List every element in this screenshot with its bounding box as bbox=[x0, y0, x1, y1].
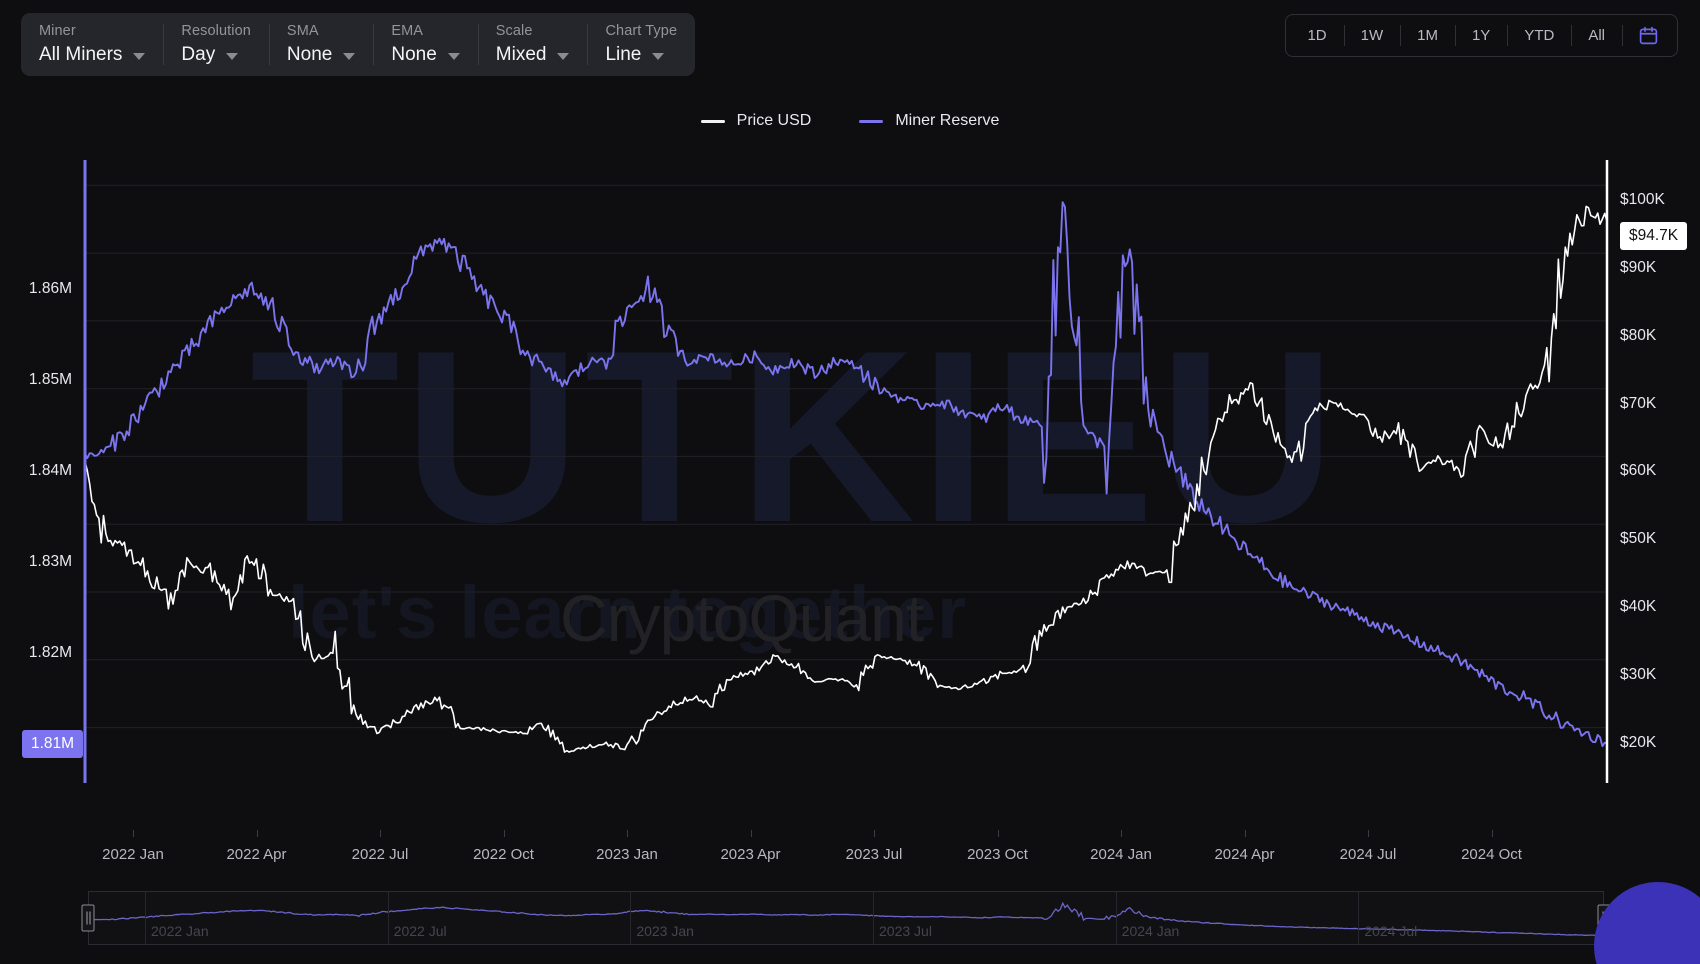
x-axis-tick-mark bbox=[503, 830, 505, 837]
chevron-down-icon bbox=[133, 53, 146, 61]
x-axis-tick-label: 2022 Jul bbox=[351, 846, 409, 863]
right-axis-current-value-badge: $94.7K bbox=[1620, 222, 1688, 251]
control-sma[interactable]: SMA None bbox=[268, 13, 373, 76]
chart-canvas: TUTKIEU let's learn together CryptoQuant bbox=[0, 150, 1700, 830]
y-axis-left-tick: 1.86M bbox=[28, 280, 72, 298]
x-axis-tick-mark bbox=[1244, 830, 1246, 837]
chevron-down-icon bbox=[226, 53, 239, 61]
control-scale-value: Mixed bbox=[495, 44, 547, 66]
x-axis-tick-label: 2023 Jan bbox=[596, 846, 658, 863]
chevron-down-icon bbox=[343, 53, 356, 61]
x-axis-tick-mark bbox=[1368, 830, 1369, 837]
navigator-tick-label: 2023 Jan bbox=[636, 923, 694, 939]
control-chart-type-value: Line bbox=[605, 44, 642, 66]
y-axis-right-tick: $20K bbox=[1620, 733, 1657, 751]
y-axis-right-tick: $70K bbox=[1620, 394, 1657, 412]
chart-plot-svg bbox=[83, 160, 1609, 783]
left-axis-current-value-badge: 1.81M bbox=[22, 730, 84, 759]
calendar-icon bbox=[1639, 26, 1658, 45]
range-1w[interactable]: 1W bbox=[1343, 15, 1401, 56]
control-chart-type-label: Chart Type bbox=[605, 22, 678, 39]
y-axis-right-tick: $40K bbox=[1620, 598, 1657, 615]
x-axis-tick-label: 2024 Oct bbox=[1461, 846, 1522, 863]
control-ema-label: EMA bbox=[391, 22, 424, 39]
chart-toolbar: Miner All Miners Resolution Day SMA None… bbox=[21, 13, 696, 76]
x-axis-tick-label: 2024 Jan bbox=[1090, 846, 1152, 863]
control-resolution[interactable]: Resolution Day bbox=[163, 13, 269, 76]
control-miner-value: All Miners bbox=[39, 44, 123, 66]
control-scale[interactable]: Scale Mixed bbox=[477, 13, 588, 76]
x-axis-tick-mark bbox=[1121, 830, 1122, 837]
y-axis-left-tick: 1.85M bbox=[28, 371, 72, 389]
x-axis-tick-label: 2023 Apr bbox=[720, 846, 781, 863]
control-miner-label: Miner bbox=[39, 22, 76, 39]
legend-item-miner-reserve[interactable]: Miner Reserve bbox=[859, 112, 999, 130]
x-axis-tick-mark bbox=[750, 830, 752, 837]
control-ema-value: None bbox=[391, 44, 437, 66]
x-axis-tick-mark bbox=[997, 830, 999, 837]
y-axis-right-tick: $100K bbox=[1620, 191, 1665, 209]
y-axis-left-tick: 1.82M bbox=[28, 644, 72, 662]
control-resolution-value: Day bbox=[181, 44, 216, 66]
control-ema[interactable]: EMA None bbox=[373, 13, 477, 76]
navigator-tick-label: 2023 Jul bbox=[879, 923, 932, 939]
navigator-tick-label: 2022 Jul bbox=[393, 923, 447, 939]
x-axis-tick-mark bbox=[874, 830, 875, 837]
time-range-selector: 1D 1W 1M 1Y YTD All bbox=[1285, 14, 1678, 57]
range-all[interactable]: All bbox=[1571, 15, 1622, 56]
control-scale-label: Scale bbox=[495, 22, 533, 39]
y-axis-right-tick: $90K bbox=[1620, 259, 1657, 277]
legend-swatch-miner-reserve bbox=[859, 119, 884, 123]
navigator-tick-label: 2024 Jan bbox=[1121, 923, 1180, 939]
corner-decoration bbox=[1594, 882, 1700, 964]
y-axis-left-tick: 1.84M bbox=[28, 462, 72, 480]
y-axis-right-price-usd: $100K $90K $80K $70K $60K $50K $40K $30K $20K $94… bbox=[1620, 150, 1700, 830]
range-1d[interactable]: 1D bbox=[1290, 15, 1343, 56]
chevron-down-icon bbox=[652, 53, 665, 61]
y-axis-right-tick: $30K bbox=[1620, 665, 1657, 683]
x-axis-time: 2022 Jan 2022 Apr 2022 Jul 2022 Oct 2023 Jan… bbox=[85, 830, 1607, 870]
control-sma-value: None bbox=[286, 44, 333, 66]
chevron-down-icon bbox=[557, 53, 570, 61]
legend-swatch-price-usd bbox=[700, 119, 725, 123]
y-axis-right-tick: $80K bbox=[1620, 326, 1657, 344]
chart-navigator[interactable]: 2022 Jan 2022 Jul 2023 Jan 2023 Jul 2024 Jan… bbox=[88, 891, 1605, 945]
x-axis-tick-label: 2024 Apr bbox=[1214, 846, 1275, 863]
navigator-tick-label: 2024 Jul bbox=[1364, 923, 1418, 939]
chart-legend: Price USD Miner Reserve bbox=[0, 112, 1700, 130]
legend-item-price-usd[interactable]: Price USD bbox=[700, 112, 812, 130]
x-axis-tick-mark bbox=[1491, 830, 1493, 837]
chevron-down-icon bbox=[447, 53, 460, 61]
x-axis-tick-mark bbox=[256, 830, 258, 837]
y-axis-right-tick: $60K bbox=[1620, 462, 1657, 480]
control-resolution-label: Resolution bbox=[181, 22, 251, 39]
y-axis-left-miner-reserve: 1.86M 1.85M 1.84M 1.83M 1.82M 1.81M bbox=[0, 150, 84, 830]
x-axis-tick-label: 2023 Oct bbox=[967, 846, 1028, 863]
control-sma-label: SMA bbox=[286, 22, 319, 39]
x-axis-tick-mark bbox=[133, 830, 134, 837]
y-axis-left-tick: 1.83M bbox=[28, 553, 72, 571]
control-chart-type[interactable]: Chart Type Line bbox=[587, 13, 695, 76]
navigator-tick-label: 2022 Jan bbox=[151, 923, 209, 939]
y-axis-right-tick: $50K bbox=[1620, 530, 1657, 548]
navigator-left-handle[interactable] bbox=[81, 904, 95, 932]
x-axis-tick-mark bbox=[627, 830, 628, 837]
x-axis-tick-label: 2022 Oct bbox=[473, 846, 534, 863]
x-axis-tick-label: 2024 Jul bbox=[1339, 846, 1397, 863]
date-picker-button[interactable] bbox=[1622, 15, 1673, 56]
legend-label-miner-reserve: Miner Reserve bbox=[895, 112, 1000, 129]
range-1m[interactable]: 1M bbox=[1400, 15, 1455, 56]
control-miner[interactable]: Miner All Miners bbox=[21, 13, 163, 76]
x-axis-tick-label: 2022 Jan bbox=[102, 846, 164, 863]
legend-label-price-usd: Price USD bbox=[736, 112, 812, 129]
x-axis-tick-mark bbox=[380, 830, 381, 837]
range-ytd[interactable]: YTD bbox=[1507, 15, 1571, 56]
x-axis-tick-label: 2023 Jul bbox=[845, 846, 903, 863]
chart-app: Miner All Miners Resolution Day SMA None… bbox=[0, 0, 1700, 964]
range-1y[interactable]: 1Y bbox=[1454, 15, 1507, 56]
x-axis-tick-label: 2022 Apr bbox=[226, 846, 287, 863]
